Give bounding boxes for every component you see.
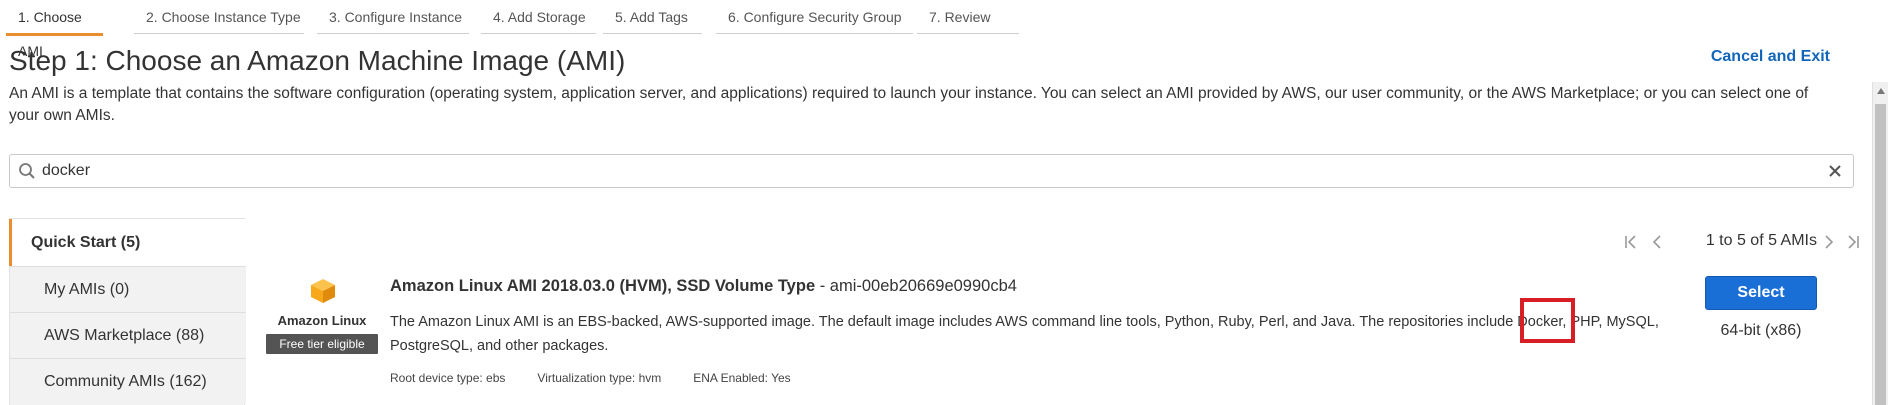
- pagination-text: 1 to 5 of 5 AMIs: [1705, 232, 1817, 249]
- tab-add-storage[interactable]: 4. Add Storage: [481, 0, 596, 34]
- next-page-icon[interactable]: [1821, 234, 1837, 250]
- amazon-linux-cube-icon: [311, 279, 335, 303]
- tab-choose-instance-type[interactable]: 2. Choose Instance Type: [134, 0, 304, 34]
- ami-metadata: Root device type: ebs Virtualization type…: [390, 371, 823, 385]
- search-icon: [19, 163, 35, 179]
- last-page-icon[interactable]: [1845, 234, 1861, 250]
- page-title: Step 1: Choose an Amazon Machine Image (…: [9, 45, 626, 76]
- ami-name: Amazon Linux AMI 2018.03.0 (HVM), SSD Vo…: [390, 277, 816, 295]
- first-page-icon[interactable]: [1623, 234, 1639, 250]
- wizard-steps: 1. Choose AMI 2. Choose Instance Type 3.…: [0, 0, 1860, 59]
- ami-architecture: 64-bit (x86): [1720, 322, 1802, 339]
- page-scrollbar[interactable]: [1872, 82, 1888, 405]
- search-input[interactable]: [42, 158, 1802, 184]
- sidebar-item-quick-start[interactable]: Quick Start (5): [9, 219, 245, 266]
- tab-choose-ami[interactable]: 1. Choose AMI: [6, 0, 103, 59]
- sidebar-item-my-amis[interactable]: My AMIs (0): [10, 266, 246, 312]
- previous-page-icon[interactable]: [1649, 234, 1665, 250]
- tab-configure-security-group[interactable]: 6. Configure Security Group: [716, 0, 913, 34]
- page-description: An AMI is a template that contains the s…: [9, 85, 1809, 124]
- tab-review[interactable]: 7. Review: [917, 0, 1019, 34]
- scroll-up-arrow-icon[interactable]: [1876, 87, 1886, 95]
- select-ami-button[interactable]: Select: [1705, 276, 1817, 310]
- free-tier-badge: Free tier eligible: [266, 334, 378, 354]
- root-device-type: Root device type: ebs: [390, 371, 506, 385]
- tab-add-tags[interactable]: 5. Add Tags: [603, 0, 702, 34]
- pagination: 1 to 5 of 5 AMIs: [1623, 232, 1863, 252]
- tab-configure-instance[interactable]: 3. Configure Instance: [317, 0, 469, 34]
- ami-title: Amazon Linux AMI 2018.03.0 (HVM), SSD Vo…: [390, 277, 1017, 296]
- ami-id: - ami-00eb20669e0990cb4: [815, 277, 1017, 295]
- search-box: [9, 154, 1854, 188]
- ami-category-sidebar: Quick Start (5) My AMIs (0) AWS Marketpl…: [9, 218, 246, 405]
- close-icon[interactable]: [1825, 161, 1845, 181]
- scrollbar-thumb[interactable]: [1875, 104, 1886, 405]
- sidebar-item-community-amis[interactable]: Community AMIs (162): [10, 358, 246, 404]
- ami-description: The Amazon Linux AMI is an EBS-backed, A…: [390, 314, 1659, 354]
- virtualization-type: Virtualization type: hvm: [537, 371, 662, 385]
- ena-enabled: ENA Enabled: Yes: [693, 371, 791, 385]
- sidebar-item-aws-marketplace[interactable]: AWS Marketplace (88): [10, 312, 246, 358]
- ami-vendor-label: Amazon Linux: [277, 313, 367, 328]
- cancel-and-exit-link[interactable]: Cancel and Exit: [1711, 48, 1830, 66]
